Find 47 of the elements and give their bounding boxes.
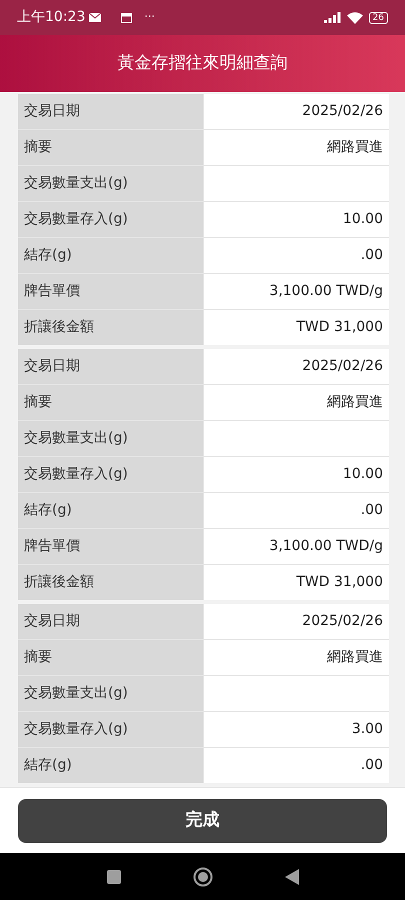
field-label: 交易日期: [18, 349, 203, 384]
field-label: 摘要: [18, 385, 203, 420]
field-label: 交易數量支出(g): [18, 676, 203, 711]
more-notifications: ···: [144, 9, 155, 26]
field-value: 2025/02/26: [204, 94, 389, 129]
field-label: 交易數量存入(g): [18, 712, 203, 747]
field-value: 3,100.00 TWD/g: [204, 274, 389, 309]
field-value: .00: [204, 748, 389, 783]
field-label: 交易日期: [18, 604, 203, 639]
field-value: 3,100.00 TWD/g: [204, 529, 389, 564]
field-value: TWD 31,000: [204, 310, 389, 345]
field-value: 網路買進: [204, 130, 389, 165]
field-value: 10.00: [204, 202, 389, 237]
calendar-icon: [121, 12, 132, 22]
field-value: 2025/02/26: [204, 604, 389, 639]
home-icon[interactable]: [192, 866, 212, 886]
field-label: 牌告單價: [18, 274, 203, 309]
field-value: 3.00: [204, 712, 389, 747]
field-label: 牌告單價: [18, 529, 203, 564]
field-label: 折讓後金額: [18, 565, 203, 600]
field-label: 結存(g): [18, 238, 203, 273]
signal-icon: [324, 12, 341, 23]
field-value: .00: [204, 238, 389, 273]
field-label: 交易數量支出(g): [18, 421, 203, 456]
field-label: 交易數量支出(g): [18, 166, 203, 201]
field-value: 網路買進: [204, 640, 389, 675]
battery-indicator: 26: [368, 12, 388, 24]
page-title: 黃金存摺往來明細查詢: [118, 52, 288, 75]
done-button[interactable]: 完成: [18, 798, 387, 842]
field-label: 摘要: [18, 130, 203, 165]
field-value: 2025/02/26: [204, 349, 389, 384]
field-value: 網路買進: [204, 385, 389, 420]
field-label: 摘要: [18, 640, 203, 675]
status-time: 上午10:23: [17, 8, 86, 27]
field-label: 折讓後金額: [18, 310, 203, 345]
recent-apps-icon[interactable]: [106, 870, 120, 884]
field-label: 交易數量存入(g): [18, 457, 203, 492]
field-label: 交易日期: [18, 94, 203, 129]
field-label: 結存(g): [18, 493, 203, 528]
field-label: 交易數量存入(g): [18, 202, 203, 237]
field-value: .00: [204, 493, 389, 528]
back-icon[interactable]: [284, 868, 298, 884]
field-value: 10.00: [204, 457, 389, 492]
wifi-icon: [346, 12, 363, 24]
field-label: 結存(g): [18, 748, 203, 783]
field-value: TWD 31,000: [204, 565, 389, 600]
mail-icon: [89, 13, 102, 22]
